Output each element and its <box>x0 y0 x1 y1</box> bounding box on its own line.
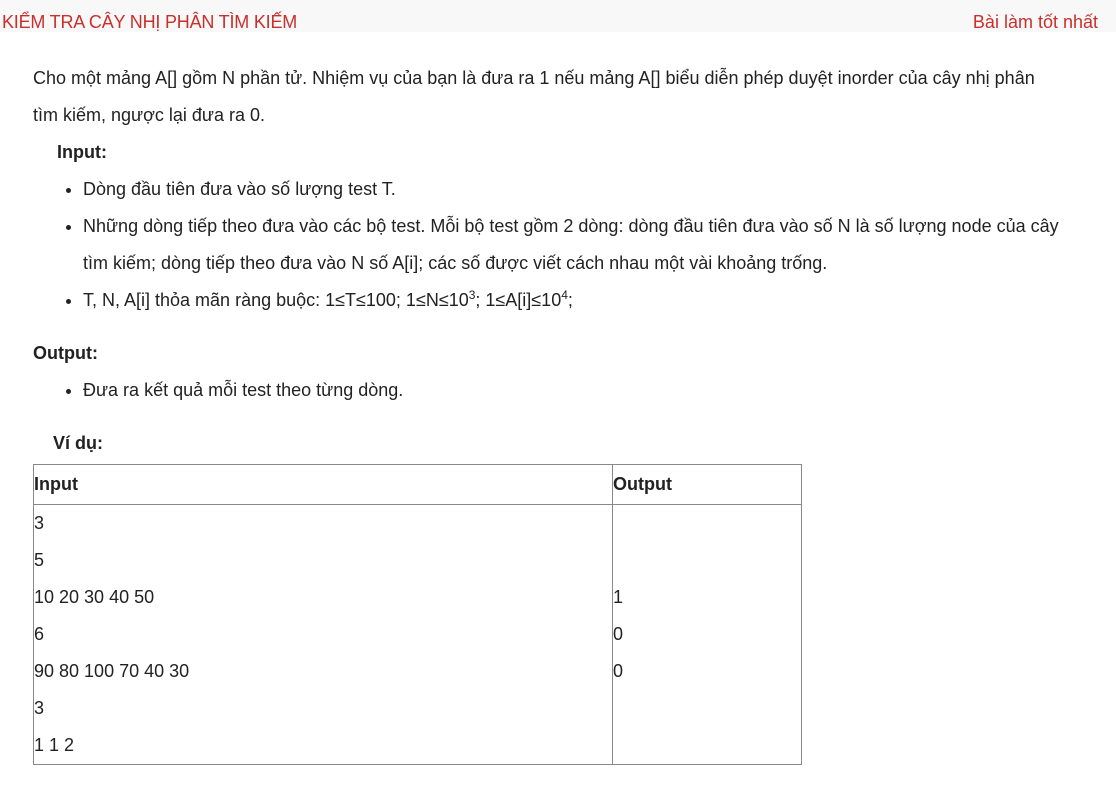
constraint-item: T, N, A[i] thỏa mãn ràng buộc: 1≤T≤100; … <box>83 282 1093 319</box>
table-row: 3 5 10 20 30 40 50 6 90 80 100 70 40 30 … <box>33 504 802 765</box>
output-line: 0 <box>613 624 624 644</box>
output-item: Đưa ra kết quả mỗi test theo từng dòng. <box>83 372 1093 409</box>
input-line: 1 1 2 <box>34 735 75 755</box>
input-line: 90 80 100 70 40 30 <box>34 661 190 681</box>
input-line: 5 <box>34 550 45 570</box>
header-bar: KIỂM TRA CÂY NHỊ PHÂN TÌM KIẾM Bài làm t… <box>0 0 1116 32</box>
input-line: 3 <box>34 698 45 718</box>
constraint-middle: ; 1≤A[i]≤10 <box>475 290 562 310</box>
input-item: Dòng đầu tiên đưa vào số lượng test T. <box>83 171 1093 208</box>
output-label: Output: <box>33 343 98 363</box>
input-item-text-cont: tìm kiếm; dòng tiếp theo đưa vào N số A[… <box>83 253 828 273</box>
input-label: Input: <box>57 142 107 162</box>
table-header-input: Input <box>33 464 613 505</box>
constraint-prefix: T, N, A[i] thỏa mãn ràng buộc: 1≤T≤100; … <box>83 290 469 310</box>
input-line: 6 <box>34 624 45 644</box>
input-line: 10 20 30 40 50 <box>34 587 155 607</box>
description-line-2: tìm kiếm, ngược lại đưa ra 0. <box>33 105 265 125</box>
output-line: 1 <box>613 587 624 607</box>
example-output-cell: 1 0 0 <box>612 504 802 765</box>
page-title: KIỂM TRA CÂY NHỊ PHÂN TÌM KIẾM <box>2 12 298 32</box>
example-input-cell: 3 5 10 20 30 40 50 6 90 80 100 70 40 30 … <box>33 504 613 765</box>
input-item-text: Những dòng tiếp theo đưa vào các bộ test… <box>83 216 1059 236</box>
input-item: Những dòng tiếp theo đưa vào các bộ test… <box>83 208 1093 282</box>
input-list: Dòng đầu tiên đưa vào số lượng test T. N… <box>33 171 1093 319</box>
output-list: Đưa ra kết quả mỗi test theo từng dòng. <box>33 372 1093 409</box>
example-label: Ví dụ: <box>53 433 103 453</box>
best-solution-link[interactable]: Bài làm tốt nhất <box>973 10 1098 34</box>
table-header-output: Output <box>612 464 802 505</box>
constraint-exp-2: 4 <box>561 288 568 302</box>
input-line: 3 <box>34 513 45 533</box>
constraint-suffix: ; <box>567 290 573 310</box>
table-header-row: Input Output <box>33 464 802 505</box>
example-table: Input Output 3 5 10 20 30 40 50 6 90 80 … <box>33 464 802 765</box>
output-line: 0 <box>613 661 624 681</box>
problem-content: Cho một mảng A[] gồm N phần tử. Nhiệm vụ… <box>33 60 1093 765</box>
description-line-1: Cho một mảng A[] gồm N phần tử. Nhiệm vụ… <box>33 68 1035 88</box>
